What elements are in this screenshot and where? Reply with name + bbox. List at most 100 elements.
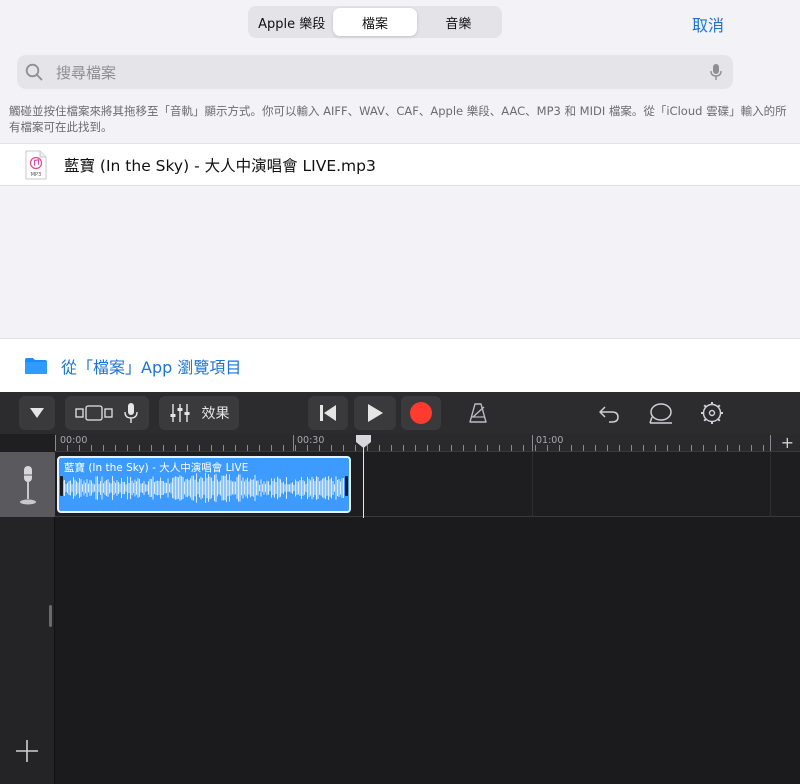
file-badge: MP3: [31, 172, 42, 178]
ruler-major-tick: [293, 435, 294, 451]
ruler-tick: [547, 445, 548, 451]
timeline-ruler[interactable]: 00:00 00:30 01:00 +: [55, 433, 800, 452]
ruler-tick: [463, 445, 464, 451]
track-lane[interactable]: 藍寶 (In the Sky) - 大人中演唱會 LIVE: [55, 452, 800, 517]
browse-files-label: 從「檔案」App 瀏覽項目: [61, 357, 242, 377]
ruler-tick: [163, 445, 164, 451]
ruler-tick: [103, 445, 104, 451]
fx-button[interactable]: 效果: [202, 403, 230, 423]
source-segmented-control: Apple 樂段 檔案 音樂: [248, 6, 502, 38]
ruler-tick: [583, 445, 584, 451]
playhead-handle[interactable]: [356, 435, 371, 448]
add-section-icon[interactable]: +: [781, 433, 794, 452]
audio-region[interactable]: 藍寶 (In the Sky) - 大人中演唱會 LIVE: [57, 456, 351, 513]
ruler-tick: [619, 445, 620, 451]
ruler-major-tick: [770, 435, 771, 451]
metronome-button[interactable]: [460, 396, 496, 430]
ruler-tick: [499, 445, 500, 451]
add-track-button[interactable]: [14, 738, 40, 764]
ruler-tick: [259, 445, 260, 451]
skip-back-icon: [320, 405, 336, 421]
ruler-tick: [655, 445, 656, 451]
control-bar: 效果: [0, 392, 800, 434]
ruler-tick: [271, 445, 272, 451]
file-list-item[interactable]: MP3 藍寶 (In the Sky) - 大人中演唱會 LIVE.mp3: [0, 143, 800, 186]
ruler-tick: [487, 445, 488, 451]
ruler-tick: [715, 445, 716, 451]
browse-files-app-button[interactable]: 從「檔案」App 瀏覽項目: [0, 338, 800, 392]
loop-browser-button[interactable]: [643, 396, 677, 430]
mixer-icon[interactable]: [169, 403, 191, 423]
ruler-tick: [439, 445, 440, 451]
record-icon: [410, 402, 432, 424]
ruler-tick: [223, 445, 224, 451]
search-field[interactable]: 搜尋檔案: [17, 55, 733, 89]
ruler-tick: [199, 445, 200, 451]
mixer-fx-group: 效果: [159, 396, 239, 430]
settings-button[interactable]: [695, 396, 729, 430]
ruler-tick: [751, 445, 752, 451]
ruler-tick: [523, 445, 524, 451]
ruler-tick: [319, 445, 320, 451]
my-songs-button[interactable]: [19, 396, 55, 430]
record-button[interactable]: [401, 396, 441, 430]
ruler-tick: [475, 445, 476, 451]
ruler-tick: [739, 445, 740, 451]
tab-music[interactable]: 音樂: [417, 8, 500, 36]
ruler-tick: [559, 445, 560, 451]
play-icon: [368, 404, 383, 422]
region-trim-handle-right[interactable]: [345, 476, 348, 496]
undo-icon: [599, 406, 619, 423]
ruler-tick: [127, 445, 128, 451]
ruler-tick: [691, 445, 692, 451]
ruler-tick: [151, 445, 152, 451]
region-trim-handle-left[interactable]: [60, 476, 63, 496]
track-lanes: 藍寶 (In the Sky) - 大人中演唱會 LIVE: [55, 452, 800, 784]
ruler-tick: [679, 445, 680, 451]
ruler-label: 00:00: [60, 435, 88, 446]
ruler-tick: [595, 445, 596, 451]
ruler-tick: [295, 445, 296, 451]
ruler-major-tick: [532, 435, 533, 451]
app-root: Apple 樂段 檔案 音樂 取消 搜尋檔案 觸碰並按住檔案來將其拖移至「音軌」…: [0, 0, 800, 784]
microphone-icon[interactable]: [123, 402, 139, 424]
ruler-major-tick: [55, 435, 56, 451]
ruler-tick: [307, 445, 308, 451]
ruler-tick: [403, 445, 404, 451]
tracks-view-icon[interactable]: [75, 404, 115, 422]
rewind-button[interactable]: [308, 396, 348, 430]
file-browser-panel: Apple 樂段 檔案 音樂 取消 搜尋檔案 觸碰並按住檔案來將其拖移至「音軌」…: [0, 0, 800, 392]
undo-button[interactable]: [592, 396, 626, 430]
ruler-tick: [115, 445, 116, 451]
tab-apple-loops[interactable]: Apple 樂段: [250, 8, 333, 36]
mp3-file-icon: MP3: [25, 150, 47, 179]
search-input[interactable]: 搜尋檔案: [56, 62, 709, 83]
track-header-resize-handle[interactable]: [49, 605, 52, 627]
track-header-audio-recorder[interactable]: [0, 452, 55, 517]
view-browser-group: [65, 396, 149, 430]
bar-gridline: [770, 452, 771, 517]
dictation-mic-icon[interactable]: [709, 63, 723, 81]
gear-icon: [701, 402, 723, 424]
ruler-tick: [247, 445, 248, 451]
ruler-tick: [379, 445, 380, 451]
ruler-tick: [211, 445, 212, 451]
ruler-tick: [283, 445, 284, 451]
bar-gridline: [532, 452, 533, 517]
cancel-button[interactable]: 取消: [692, 12, 724, 36]
ruler-tick: [427, 445, 428, 451]
tab-files[interactable]: 檔案: [333, 8, 417, 36]
play-button[interactable]: [354, 396, 396, 430]
ruler-tick: [607, 445, 608, 451]
ruler-tick: [571, 445, 572, 451]
microphone-instrument-icon: [19, 465, 36, 504]
ruler-tick: [235, 445, 236, 451]
ruler-tick: [535, 445, 536, 451]
ruler-tick: [643, 445, 644, 451]
ruler-label: 00:30: [297, 435, 325, 446]
folder-icon: [25, 357, 47, 374]
search-icon: [25, 63, 43, 81]
ruler-tick: [667, 445, 668, 451]
ruler-tick: [343, 445, 344, 451]
track-headers: [0, 452, 55, 784]
